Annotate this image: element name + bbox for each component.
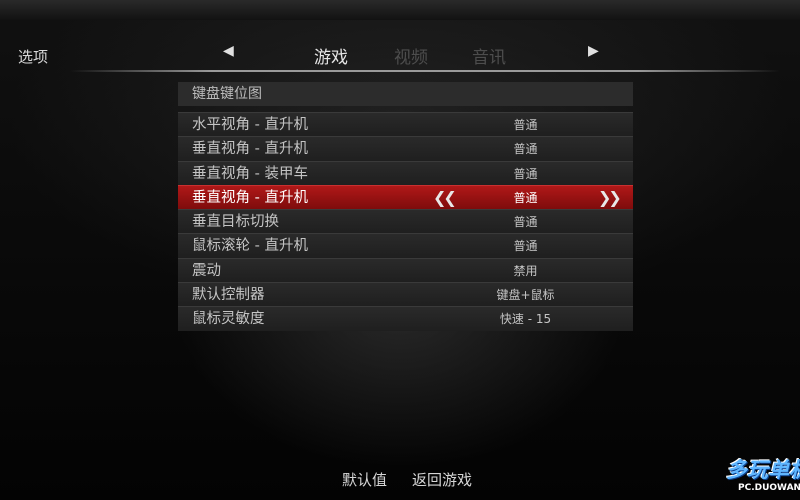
setting-value: 普通 (513, 118, 538, 132)
setting-row-selected[interactable]: 垂直视角 - 直升机 ❮❮ 普通 ❯❯ (178, 184, 633, 210)
setting-label: 垂直视角 - 装甲车 (192, 165, 308, 182)
setting-label: 水平视角 - 直升机 (192, 117, 308, 133)
setting-label: 鼠标滚轮 - 直升机 (192, 238, 308, 255)
tab-next-arrow-icon[interactable]: ▶ (588, 43, 599, 59)
setting-row[interactable]: 默认控制器 键盘+鼠标 (178, 282, 633, 307)
setting-value: 普通 (513, 142, 538, 157)
setting-row[interactable]: 垂直视角 - 装甲车 普通 (178, 160, 633, 185)
watermark-text: 多玩单机 (726, 458, 800, 482)
setting-value: 键盘+鼠标 (496, 288, 555, 303)
top-bar (0, 0, 800, 20)
setting-value: 禁用 (513, 263, 538, 278)
panel-header: 键盘键位图 (178, 82, 633, 106)
setting-row[interactable]: 鼠标灵敏度 快速 - 15 (178, 306, 633, 331)
watermark-logo: 多玩单机 PC.DUOWAN (724, 452, 800, 500)
keymap-panel: 键盘键位图 水平视角 - 直升机 普通 垂直视角 - 直升机 普通 垂直视角 -… (178, 82, 633, 331)
setting-value: 普通 (513, 215, 538, 230)
setting-label: 垂直视角 - 直升机 (192, 189, 308, 206)
setting-label: 垂直视角 - 直升机 (192, 141, 308, 158)
setting-label: 鼠标灵敏度 (192, 311, 265, 328)
tab-divider (70, 70, 780, 72)
tab-audio[interactable]: 音讯 (472, 43, 506, 68)
setting-row[interactable]: 鼠标滚轮 - 直升机 普通 (178, 233, 633, 258)
options-title: 选项 (18, 48, 49, 66)
return-to-game-button[interactable]: 返回游戏 (412, 469, 472, 490)
default-button[interactable]: 默认值 (342, 469, 387, 490)
setting-row[interactable]: 震动 禁用 (178, 257, 633, 283)
tab-prev-arrow-icon[interactable]: ◀ (223, 43, 234, 59)
setting-value: 普通 (513, 239, 538, 254)
setting-row[interactable]: 水平视角 - 直升机 普通 (178, 112, 633, 137)
setting-label: 默认控制器 (192, 287, 265, 304)
setting-label: 垂直目标切换 (192, 214, 279, 231)
setting-label: 震动 (192, 262, 221, 279)
setting-value: 快速 - 15 (499, 312, 552, 327)
setting-value: 普通 (513, 166, 538, 181)
watermark-url: PC.DUOWAN (738, 483, 800, 493)
tab-video[interactable]: 视频 (394, 43, 428, 68)
tab-game[interactable]: 游戏 (314, 43, 348, 68)
setting-row[interactable]: 垂直视角 - 直升机 普通 (178, 136, 633, 161)
setting-row[interactable]: 垂直目标切换 普通 (178, 209, 633, 234)
value-increase-icon[interactable]: ❯❯ (598, 186, 622, 210)
